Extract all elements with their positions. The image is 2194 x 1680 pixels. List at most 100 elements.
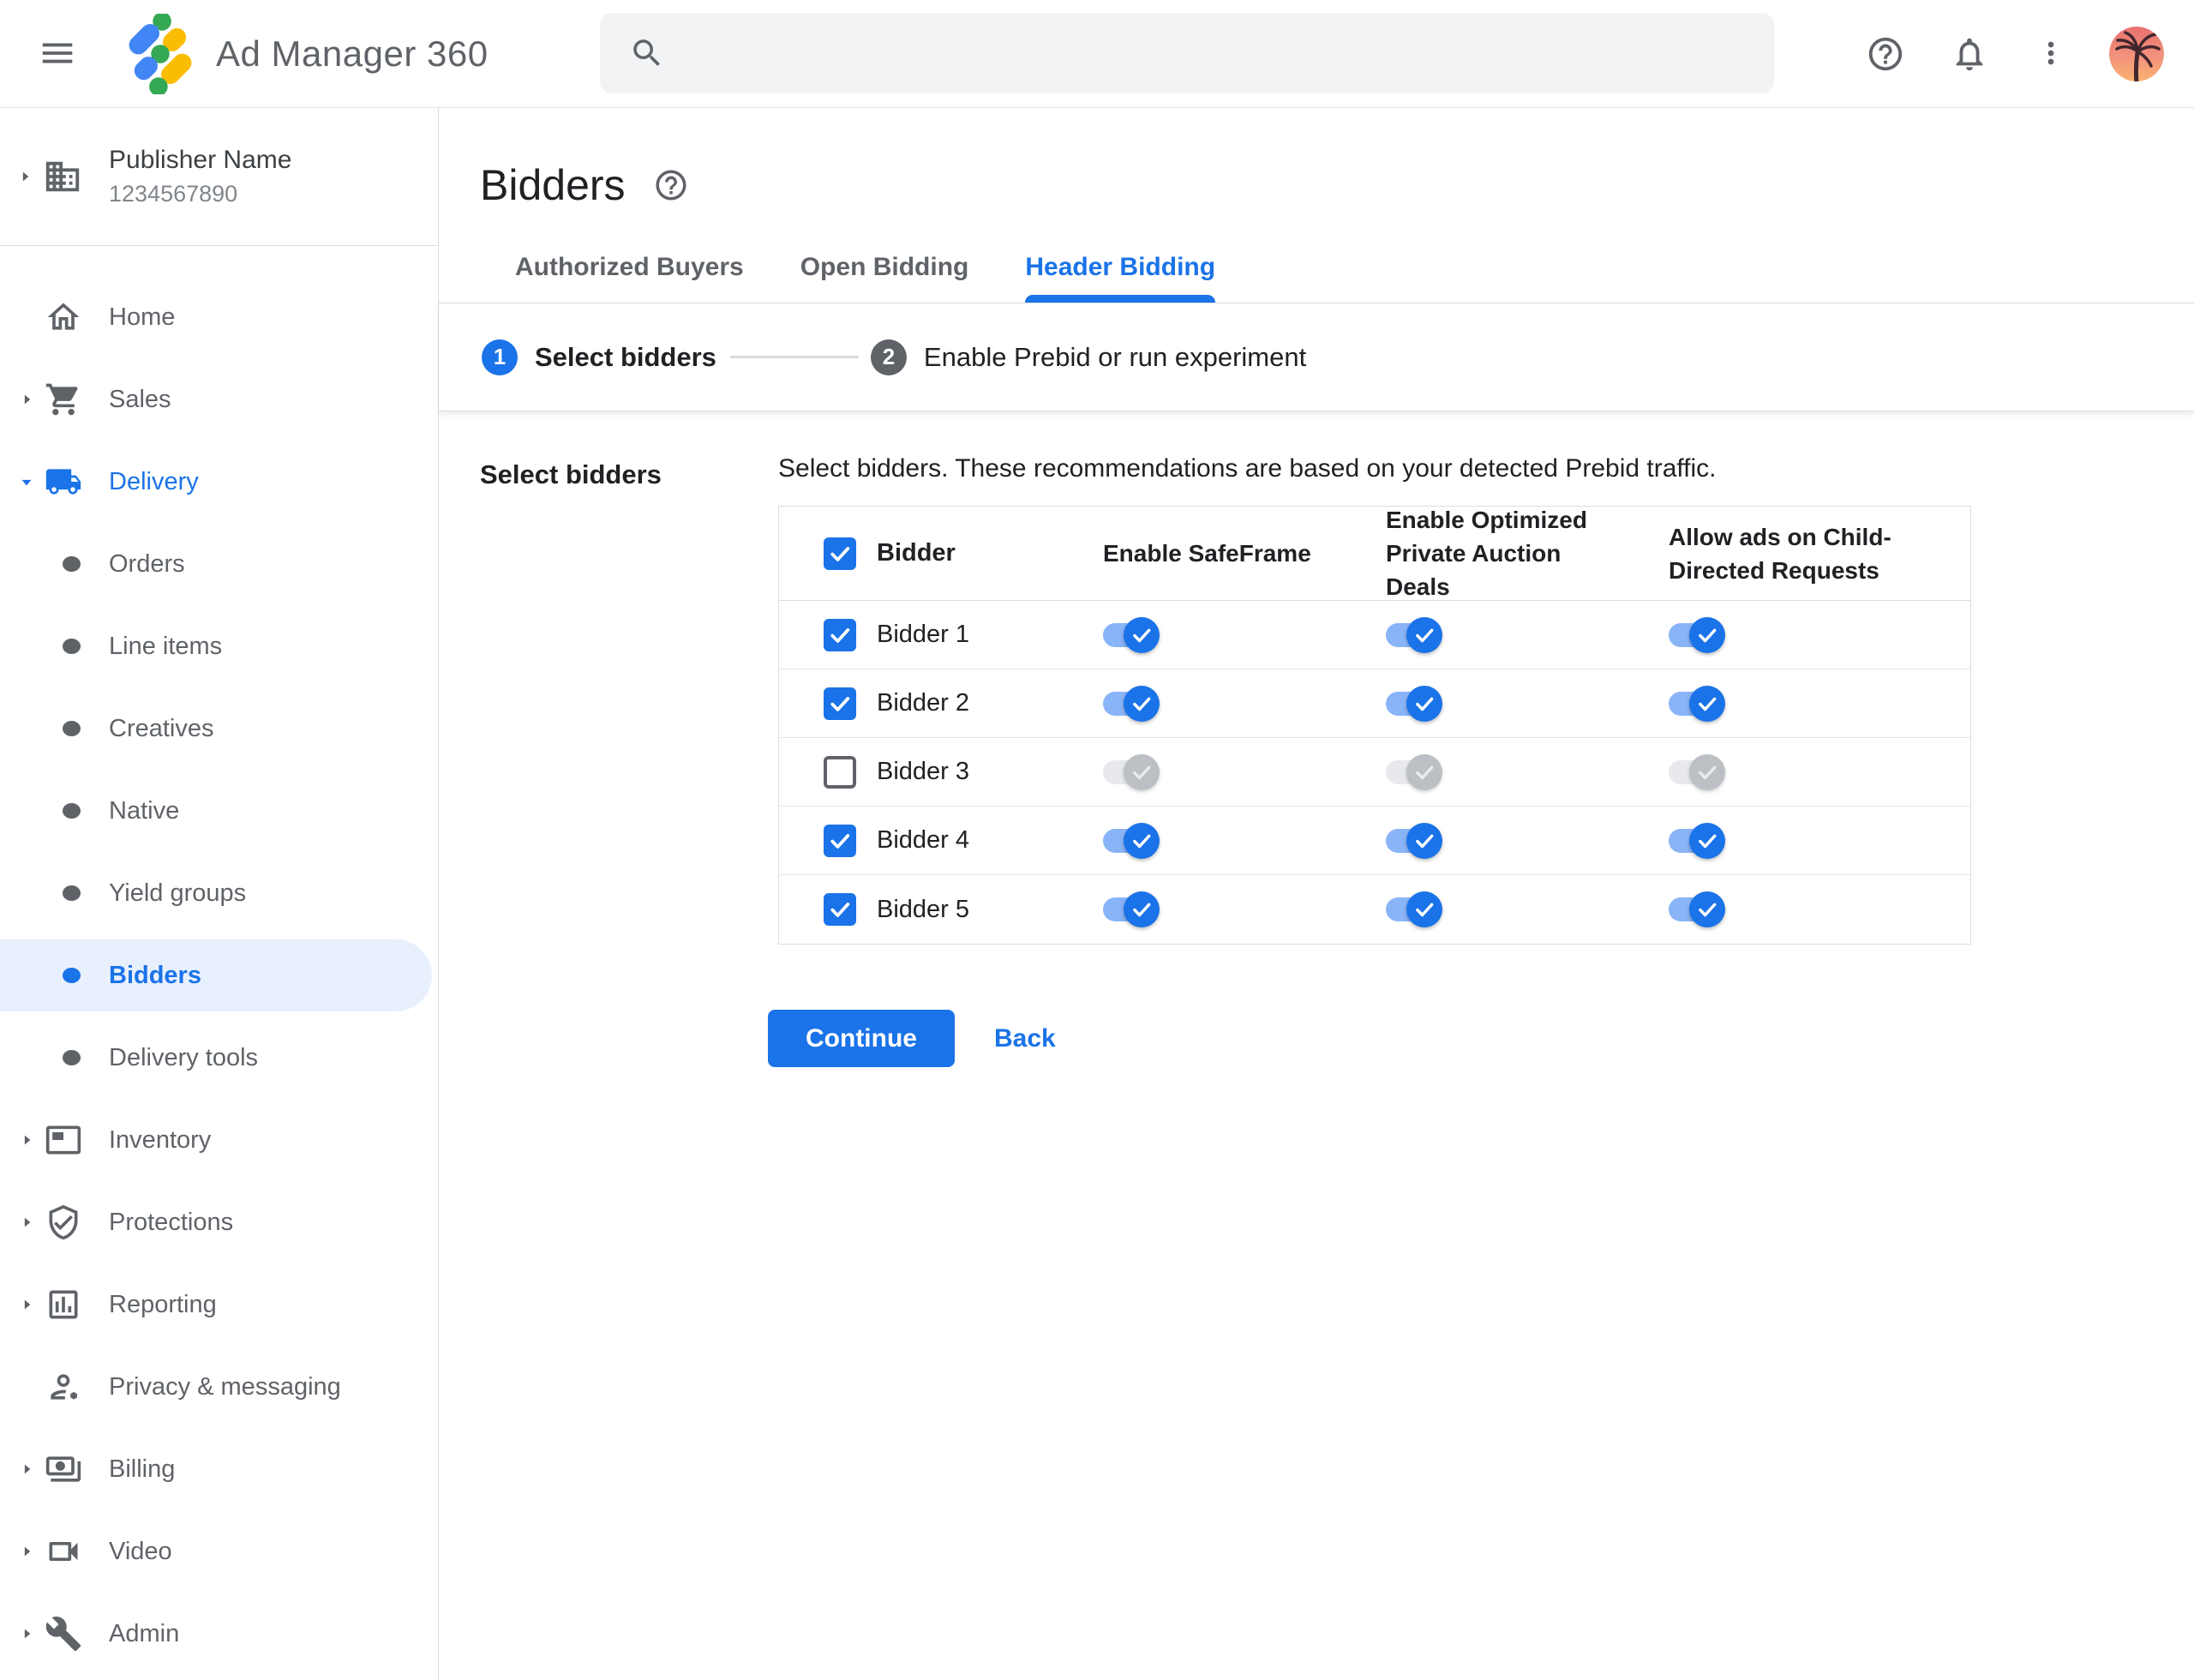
continue-button[interactable]: Continue bbox=[768, 1010, 955, 1067]
avatar[interactable] bbox=[2109, 27, 2164, 81]
active-tab-underline bbox=[1025, 295, 1216, 303]
sidebar-item-orders[interactable]: Orders bbox=[0, 523, 438, 605]
optimized-deals-toggle[interactable] bbox=[1386, 616, 1442, 653]
row-checkbox[interactable] bbox=[824, 618, 856, 651]
ad-manager-logo-icon bbox=[120, 12, 201, 96]
safeframe-toggle[interactable] bbox=[1103, 891, 1160, 927]
sidebar-item-video[interactable]: Video bbox=[0, 1510, 438, 1593]
publisher-selector[interactable]: Publisher Name 1234567890 bbox=[0, 108, 438, 246]
optimized-deals-toggle[interactable] bbox=[1386, 891, 1442, 927]
table-row: Bidder 4 bbox=[779, 807, 1970, 875]
bidder-name: Bidder 3 bbox=[877, 758, 970, 785]
tab-open-bidding[interactable]: Open Bidding bbox=[800, 253, 969, 303]
sidebar-item-delivery[interactable]: Delivery bbox=[0, 441, 438, 523]
expand-arrow-icon bbox=[15, 1129, 38, 1151]
optimized-deals-toggle[interactable] bbox=[1386, 753, 1442, 790]
safeframe-toggle[interactable] bbox=[1103, 685, 1160, 722]
step-connector bbox=[729, 356, 859, 358]
stepper: 1 Select bidders 2 Enable Prebid or run … bbox=[439, 303, 2194, 411]
topbar-actions bbox=[1866, 0, 2194, 108]
section-description: Select bidders. These recommendations ar… bbox=[778, 454, 1717, 483]
check-icon bbox=[1699, 765, 1717, 779]
sidebar-item-creatives[interactable]: Creatives bbox=[0, 687, 438, 770]
check-icon bbox=[1699, 628, 1717, 642]
table-row: Bidder 5 bbox=[779, 875, 1970, 944]
notifications-button[interactable] bbox=[1950, 34, 1989, 74]
child-directed-toggle[interactable] bbox=[1669, 685, 1725, 722]
step-1-label: Select bidders bbox=[535, 341, 716, 372]
step-2-circle: 2 bbox=[870, 339, 907, 375]
sidebar-item-sales[interactable]: Sales bbox=[0, 358, 438, 441]
tab-header-bidding[interactable]: Header Bidding bbox=[1025, 253, 1216, 303]
column-header-bidder: Bidder bbox=[877, 539, 956, 567]
more-vert-icon bbox=[2047, 41, 2054, 64]
more-options-button[interactable] bbox=[2034, 34, 2068, 74]
menu-button[interactable] bbox=[37, 33, 78, 75]
safeframe-toggle[interactable] bbox=[1103, 822, 1160, 859]
person-badge-icon bbox=[45, 1368, 82, 1406]
tab-bar: Authorized Buyers Open Bidding Header Bi… bbox=[439, 215, 2194, 303]
child-directed-toggle[interactable] bbox=[1669, 616, 1725, 653]
check-icon bbox=[1416, 697, 1434, 711]
page-title: Bidders bbox=[480, 161, 626, 209]
expand-arrow-icon bbox=[15, 1293, 38, 1316]
section-label: Select bidders bbox=[480, 459, 662, 489]
expand-arrow-icon bbox=[15, 1540, 38, 1563]
sidebar-item-delivery-tools[interactable]: Delivery tools bbox=[0, 1017, 438, 1099]
child-directed-toggle[interactable] bbox=[1669, 891, 1725, 927]
check-icon bbox=[1133, 628, 1151, 642]
select-all-checkbox[interactable] bbox=[824, 537, 856, 570]
row-checkbox[interactable] bbox=[824, 687, 856, 720]
table-header-row: Bidder Enable SafeFrame Enable Optimized… bbox=[779, 507, 1970, 601]
check-icon bbox=[1416, 834, 1434, 848]
bullet-icon bbox=[63, 1050, 81, 1065]
help-button[interactable] bbox=[1866, 34, 1905, 74]
videocam-icon bbox=[45, 1533, 82, 1570]
back-button[interactable]: Back bbox=[994, 1024, 1056, 1053]
check-icon bbox=[830, 903, 850, 917]
sidebar-item-billing[interactable]: Billing bbox=[0, 1428, 438, 1510]
sidebar-item-yield-groups[interactable]: Yield groups bbox=[0, 852, 438, 934]
column-header-optimized-deals: Enable Optimized Private Auction Deals bbox=[1386, 507, 1587, 600]
sidebar-item-inventory[interactable]: Inventory bbox=[0, 1099, 438, 1181]
tab-authorized-buyers[interactable]: Authorized Buyers bbox=[515, 253, 744, 303]
child-directed-toggle[interactable] bbox=[1669, 753, 1725, 790]
sidebar-item-protections[interactable]: Protections bbox=[0, 1181, 438, 1263]
title-help-button[interactable] bbox=[653, 167, 689, 203]
menu-icon bbox=[42, 43, 73, 63]
check-icon bbox=[830, 546, 850, 561]
check-icon bbox=[1133, 903, 1151, 917]
child-directed-toggle[interactable] bbox=[1669, 822, 1725, 859]
check-icon bbox=[1133, 697, 1151, 711]
expand-arrow-icon bbox=[15, 1211, 38, 1233]
help-circle-icon bbox=[656, 170, 686, 201]
expand-arrow-icon bbox=[15, 388, 38, 411]
check-icon bbox=[830, 696, 850, 711]
collapse-arrow-icon bbox=[15, 471, 38, 493]
check-icon bbox=[1133, 834, 1151, 848]
sidebar-item-privacy-messaging[interactable]: Privacy & messaging bbox=[0, 1346, 438, 1428]
bidders-table-body: Bidder 1 Bidder 2 Bidder 3 Bidder 4 Bidd… bbox=[779, 601, 1970, 944]
search-input[interactable] bbox=[600, 13, 1774, 93]
row-checkbox[interactable] bbox=[824, 893, 856, 926]
row-checkbox[interactable] bbox=[824, 824, 856, 857]
sidebar-item-home[interactable]: Home bbox=[0, 276, 438, 358]
publisher-id: 1234567890 bbox=[109, 181, 238, 207]
bullet-icon bbox=[63, 968, 81, 983]
bullet-icon bbox=[63, 639, 81, 654]
sidebar-item-admin[interactable]: Admin bbox=[0, 1593, 438, 1675]
optimized-deals-toggle[interactable] bbox=[1386, 822, 1442, 859]
check-icon bbox=[1416, 903, 1434, 917]
sidebar-nav: Home Sales Delivery Orders Line items Cr… bbox=[0, 246, 438, 1675]
row-checkbox[interactable] bbox=[824, 755, 856, 789]
sidebar-item-bidders[interactable]: Bidders bbox=[0, 939, 432, 1011]
safeframe-toggle[interactable] bbox=[1103, 753, 1160, 790]
step-2-label: Enable Prebid or run experiment bbox=[923, 341, 1307, 372]
sidebar-item-reporting[interactable]: Reporting bbox=[0, 1263, 438, 1346]
table-row: Bidder 3 bbox=[779, 738, 1970, 807]
sidebar-item-line-items[interactable]: Line items bbox=[0, 605, 438, 687]
safeframe-toggle[interactable] bbox=[1103, 616, 1160, 653]
column-header-safeframe: Enable SafeFrame bbox=[1103, 540, 1311, 567]
sidebar-item-native[interactable]: Native bbox=[0, 770, 438, 852]
optimized-deals-toggle[interactable] bbox=[1386, 685, 1442, 722]
